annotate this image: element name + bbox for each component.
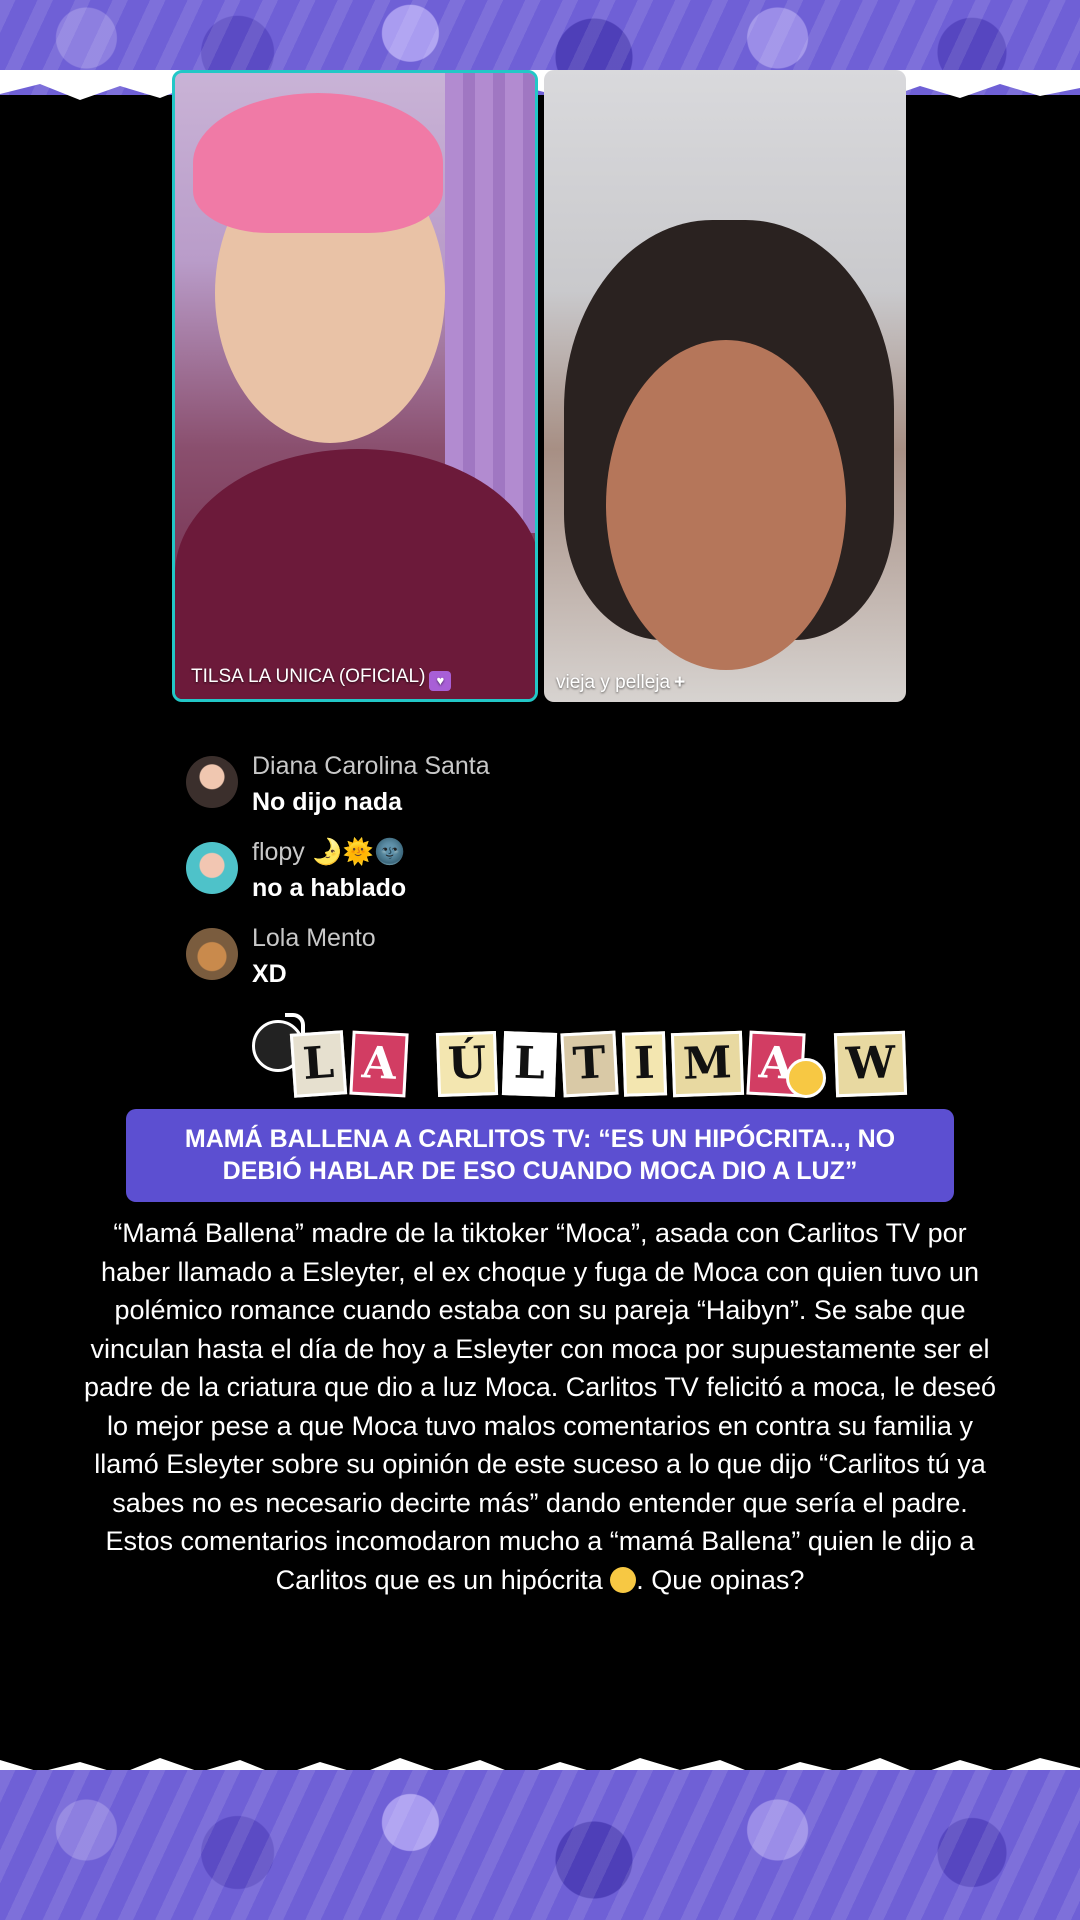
left-camera-feed[interactable]: TILSA LA UNICA (OFICIAL) ♥	[172, 70, 538, 702]
person-face	[606, 340, 846, 670]
avatar[interactable]	[186, 842, 238, 894]
logo-letter: L	[502, 1031, 558, 1097]
comment-text: No dijo nada	[252, 788, 402, 816]
avatar[interactable]	[186, 756, 238, 808]
la-ultima-w-logo: L A Ú L T I M A W	[252, 1013, 908, 1098]
heart-icon: ♥	[429, 671, 452, 691]
left-camera-name: TILSA LA UNICA (OFICIAL)	[191, 666, 426, 687]
comment-item: Lola Mento XD	[186, 924, 606, 1010]
logo-letter: L	[289, 1030, 348, 1098]
avatar[interactable]	[186, 928, 238, 980]
live-video-split: TILSA LA UNICA (OFICIAL) ♥ vieja y pellej…	[172, 70, 906, 702]
surprised-face-icon	[786, 1058, 826, 1098]
bottom-banner-collage	[0, 1770, 1080, 1920]
headband	[193, 93, 443, 233]
logo-letter: A	[349, 1030, 409, 1098]
logo-letter: Ú	[435, 1030, 499, 1098]
right-camera-label: vieja y pelleja +	[556, 672, 685, 694]
right-camera-name: vieja y pelleja	[556, 672, 671, 693]
article-text: “Mamá Ballena” madre de la tiktoker “Moc…	[84, 1218, 996, 1595]
logo-letter: T	[560, 1030, 619, 1098]
comment-text: no a hablado	[252, 874, 407, 902]
right-camera-feed[interactable]: vieja y pelleja +	[544, 70, 906, 702]
comment-username[interactable]: flopy 🌛🌞🌚	[252, 838, 405, 867]
plus-icon[interactable]: +	[674, 672, 685, 693]
comment-item: flopy 🌛🌞🌚 no a hablado	[186, 838, 606, 924]
person-shirt	[175, 449, 535, 699]
curtain-background	[445, 73, 535, 533]
news-headline: MAMÁ BALLENA A CARLITOS TV: “ES UN HIPÓC…	[126, 1109, 954, 1202]
logo-letter: W	[833, 1030, 908, 1098]
logo-letter: M	[670, 1030, 744, 1098]
comment-username[interactable]: Diana Carolina Santa	[252, 752, 490, 781]
comment-text: XD	[252, 960, 287, 988]
live-comments: Diana Carolina Santa No dijo nada flopy …	[186, 752, 606, 1010]
logo-letter: I	[622, 1031, 667, 1097]
surprised-face-icon	[610, 1566, 637, 1593]
article-ending: . Que opinas?	[636, 1564, 805, 1595]
left-camera-label: TILSA LA UNICA (OFICIAL) ♥	[191, 666, 452, 691]
article-body: “Mamá Ballena” madre de la tiktoker “Moc…	[80, 1214, 1000, 1599]
comment-item: Diana Carolina Santa No dijo nada	[186, 752, 606, 838]
comment-username[interactable]: Lola Mento	[252, 924, 376, 953]
